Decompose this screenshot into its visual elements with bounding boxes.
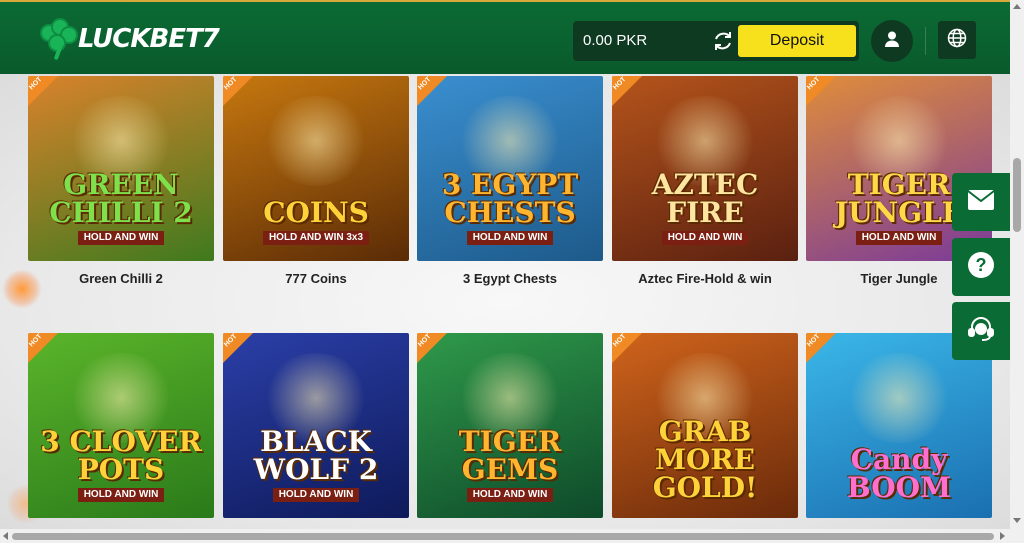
game-thumbnail[interactable]: HOT COINS HOLD AND WIN 3x3: [223, 76, 409, 261]
user-account-button[interactable]: [871, 20, 913, 62]
game-card[interactable]: HOT GRAB MORE GOLD!: [612, 333, 798, 518]
game-thumbnail[interactable]: HOT GREEN CHILLI 2 HOLD AND WIN: [28, 76, 214, 261]
chat-support-icon: [966, 314, 996, 349]
game-logo-art: BLACK WOLF 2 HOLD AND WIN: [223, 428, 409, 502]
game-logo-art: 3 EGYPT CHESTS HOLD AND WIN: [417, 171, 603, 245]
horizontal-scroll-thumb[interactable]: [12, 533, 994, 540]
game-thumbnail[interactable]: HOT 3 CLOVER POTS HOLD AND WIN: [28, 333, 214, 518]
game-logo-subtitle: HOLD AND WIN: [466, 488, 554, 502]
game-card[interactable]: HOT GREEN CHILLI 2 HOLD AND WIN Green Chill…: [28, 76, 214, 286]
vertical-scroll-thumb[interactable]: [1013, 158, 1021, 232]
game-logo-subtitle: HOLD AND WIN 3x3: [262, 231, 370, 245]
game-thumbnail[interactable]: HOT Candy BOOM: [806, 333, 992, 518]
game-thumbnail[interactable]: HOT 3 EGYPT CHESTS HOLD AND WIN: [417, 76, 603, 261]
game-thumbnail[interactable]: HOT AZTEC FIRE HOLD AND WIN: [612, 76, 798, 261]
game-title[interactable]: Green Chilli 2: [28, 271, 214, 286]
game-title[interactable]: 3 Egypt Chests: [417, 271, 603, 286]
svg-text:?: ?: [976, 255, 987, 275]
header-divider: [925, 27, 926, 55]
game-logo-art: COINS HOLD AND WIN 3x3: [223, 199, 409, 245]
game-logo-art: TIGER GEMS HOLD AND WIN: [417, 428, 603, 502]
game-thumbnail[interactable]: HOT BLACK WOLF 2 HOLD AND WIN: [223, 333, 409, 518]
game-card[interactable]: HOT TIGER GEMS HOLD AND WIN: [417, 333, 603, 518]
deposit-button[interactable]: Deposit: [738, 25, 856, 57]
game-logo-art: AZTEC FIRE HOLD AND WIN: [612, 171, 798, 245]
game-logo-art: 3 CLOVER POTS HOLD AND WIN: [28, 428, 214, 502]
game-thumbnail[interactable]: HOT GRAB MORE GOLD!: [612, 333, 798, 518]
game-card[interactable]: HOT Candy BOOM: [806, 333, 992, 518]
scroll-up-icon[interactable]: [1013, 4, 1021, 9]
language-button[interactable]: [938, 21, 976, 59]
logo-text: LUCKBET7: [78, 24, 220, 54]
game-logo-text: 3 CLOVER POTS: [40, 425, 202, 486]
logo[interactable]: LUCKBET7: [38, 16, 220, 62]
game-logo-subtitle: HOLD AND WIN: [272, 488, 360, 502]
game-logo-subtitle: HOLD AND WIN: [466, 231, 554, 245]
game-logo-art: GRAB MORE GOLD!: [612, 418, 798, 502]
help-icon: ?: [966, 250, 996, 285]
game-logo-text: GRAB MORE GOLD!: [652, 415, 758, 504]
game-logo-subtitle: HOLD AND WIN: [77, 488, 165, 502]
game-logo-text: COINS: [263, 196, 369, 229]
refresh-icon[interactable]: [711, 29, 735, 53]
game-logo-art: Candy BOOM: [806, 446, 992, 502]
user-icon: [883, 30, 901, 53]
games-section: HOT GREEN CHILLI 2 HOLD AND WIN Green Chill…: [0, 74, 1010, 529]
game-card[interactable]: HOT BLACK WOLF 2 HOLD AND WIN: [223, 333, 409, 518]
top-header: LUCKBET7 0.00 PKR Deposit: [0, 0, 1010, 74]
game-logo-text: GREEN CHILLI 2: [49, 168, 193, 229]
game-title[interactable]: Aztec Fire-Hold & win: [612, 271, 798, 286]
vertical-scrollbar[interactable]: [1010, 0, 1024, 529]
game-logo-art: GREEN CHILLI 2 HOLD AND WIN: [28, 171, 214, 245]
globe-icon: [947, 28, 967, 53]
game-logo-subtitle: HOLD AND WIN: [855, 231, 943, 245]
game-logo-text: AZTEC FIRE: [651, 168, 759, 229]
game-logo-subtitle: HOLD AND WIN: [77, 231, 165, 245]
game-logo-text: Candy BOOM: [847, 443, 951, 504]
horizontal-scrollbar[interactable]: [0, 529, 1024, 543]
clover-icon: [38, 18, 80, 61]
balance-display: 0.00 PKR: [583, 32, 648, 49]
scroll-down-icon[interactable]: [1013, 518, 1021, 523]
game-thumbnail[interactable]: HOT TIGER JUNGLE HOLD AND WIN: [806, 76, 992, 261]
help-button[interactable]: ?: [952, 238, 1010, 296]
mail-icon: [967, 189, 995, 216]
game-title[interactable]: 777 Coins: [223, 271, 409, 286]
artwork-decoration: [846, 353, 952, 443]
game-card[interactable]: HOT AZTEC FIRE HOLD AND WIN Aztec Fire-Hold…: [612, 76, 798, 286]
game-logo-subtitle: HOLD AND WIN: [661, 231, 749, 245]
scroll-left-icon[interactable]: [3, 532, 8, 540]
scroll-right-icon[interactable]: [1000, 532, 1005, 540]
game-logo-text: TIGER GEMS: [458, 425, 562, 486]
live-chat-button[interactable]: [952, 302, 1010, 360]
game-thumbnail[interactable]: HOT TIGER GEMS HOLD AND WIN: [417, 333, 603, 518]
game-card[interactable]: HOT 3 EGYPT CHESTS HOLD AND WIN 3 Egypt Che…: [417, 76, 603, 286]
game-card[interactable]: HOT 3 CLOVER POTS HOLD AND WIN: [28, 333, 214, 518]
wallet-panel: 0.00 PKR Deposit: [573, 21, 859, 61]
game-card[interactable]: HOT COINS HOLD AND WIN 3x3 777 Coins: [223, 76, 409, 286]
game-logo-text: BLACK WOLF 2: [253, 425, 379, 486]
mail-button[interactable]: [952, 173, 1010, 231]
artwork-decoration: [263, 96, 369, 186]
game-logo-text: 3 EGYPT CHESTS: [441, 168, 579, 229]
